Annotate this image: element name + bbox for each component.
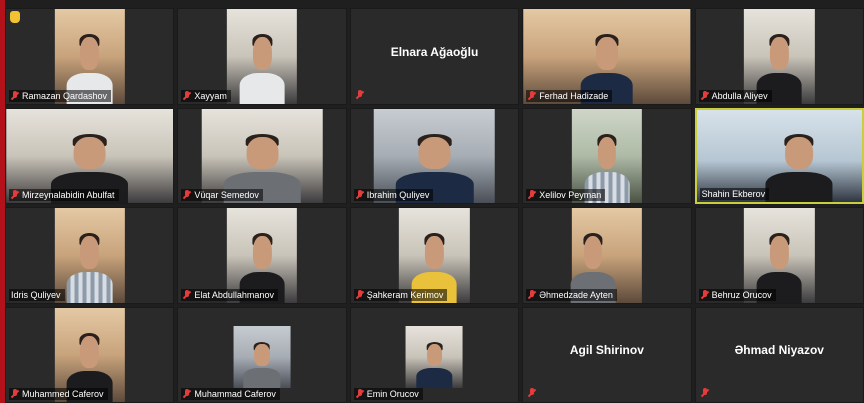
participant-name-label: Muhammed Caferov [9,388,108,400]
muted-mic-icon [356,190,364,200]
participant-figure [237,30,286,104]
participant-tile-emin-orucov[interactable]: Emin Orucov [349,306,520,403]
participant-name-label: Ramazan Qardashov [9,89,112,102]
participant-tile-ehmedzade-ayten[interactable]: Əhmedzade Ayten [522,207,692,304]
muted-mic-icon [183,389,191,399]
muted-mic-icon [528,388,536,398]
participant-name-label: Muhammad Caferov [181,388,280,400]
participant-name-label: Əhmedzade Ayten [526,288,617,301]
participant-tile-vuqar-semedov[interactable]: Vüqar Semedov [177,107,347,204]
participant-name-label: Ibrahim Quliyev [353,189,434,201]
muted-mic-icon [528,90,536,101]
participant-figure [763,130,836,202]
muted-mic-icon [11,90,19,101]
participant-name: Şahkeram Kerimov [366,289,444,300]
participant-video [406,325,463,388]
participant-tile-sahkeram-kerimov[interactable]: Şahkeram Kerimov [349,207,520,304]
participant-video [233,325,291,388]
participant-name: Muhammed Caferov [22,389,104,399]
participant-name: Vüqar Semedov [194,190,259,200]
participant-name-label: Şahkeram Kerimov [353,288,448,301]
participant-tile-elat-abdullahmanov[interactable]: Elat Abdullahmanov [177,207,347,304]
participant-name: Xayyam [194,90,227,101]
participant-name: Idris Quliyev [11,289,61,300]
muted-mic-icon [701,289,709,300]
muted-mic-icon [356,89,364,100]
muted-mic-icon [356,389,364,399]
muted-mic-icon [528,190,536,200]
participant-name-label: Xayyam [181,89,231,102]
participant-name-label: Behruz Orucov [698,288,776,301]
participant-tile-muhammed-caferov[interactable]: Muhammed Caferov [5,306,175,403]
participant-tile-elnara-agaoglu[interactable]: Elnara Ağaoğlu [349,8,520,105]
muted-mic-icon [356,289,364,300]
participant-name: Emin Orucov [366,389,419,399]
participant-tile-idris-quliyev[interactable]: Idris Quliyev [5,207,175,304]
participant-figure [242,339,282,388]
participant-tile-ibrahim-quliyev[interactable]: Ibrahim Quliyev [349,107,520,204]
participant-name-center: Elnara Ağaoğlu [390,44,479,59]
video-gallery: Ramazan Qardashov Xayyam Elnara Ağaoğlu … [5,8,864,403]
muted-mic-icon [528,289,536,300]
participant-tile-xayyam[interactable]: Xayyam [177,8,347,105]
muted-mic-icon [701,388,709,398]
participant-name: Əhmedzade Ayten [539,289,613,300]
participant-tile-abdulla-aliyev[interactable]: Abdulla Aliyev [694,8,864,105]
participant-tile-mirzeynalabidin-abulfat[interactable]: Mirzeynalabidin Abulfat [5,107,175,204]
participant-name-label: Elat Abdullahmanov [181,288,278,301]
participant-name-center: Agil Shirinov [569,343,644,358]
participant-name: Ramazan Qardashov [22,90,108,101]
muted-mic-icon [11,190,19,200]
muted-mic-icon [183,90,191,101]
participant-name: Xelilov Peyman [539,190,602,200]
muted-mic-icon [183,190,191,200]
participant-video [54,208,125,303]
participant-tile-agil-shirinov[interactable]: Agil Shirinov [522,306,692,403]
participant-tile-behruz-orucov[interactable]: Behruz Orucov [694,207,864,304]
participant-tile-xelilov-peyman[interactable]: Xelilov Peyman [522,107,692,204]
participant-name-label: Vüqar Semedov [181,189,263,201]
participant-tile-ferhad-hadizade[interactable]: Ferhad Hadizade [522,8,692,105]
participant-name: Behruz Orucov [711,289,772,300]
muted-mic-icon [183,289,191,300]
participant-name-label: Emin Orucov [353,388,423,400]
participant-figure [415,339,455,388]
participant-video [226,9,298,104]
muted-mic-icon [701,90,709,101]
participant-name: Mirzeynalabidin Abulfat [22,190,115,200]
participant-tile-muhammad-caferov[interactable]: Muhammad Caferov [177,306,347,403]
raised-hand-icon [10,11,20,23]
participant-name: Ferhad Hadizade [539,90,609,101]
muted-mic-icon [11,389,19,399]
participant-tile-ramazan-qardashov[interactable]: Ramazan Qardashov [5,8,175,105]
participant-name-label: Idris Quliyev [9,288,65,301]
participant-name-label: Mirzeynalabidin Abulfat [9,189,119,201]
participant-name-label: Shahin Ekberov [699,188,770,200]
participant-tile-ehmad-niyazov[interactable]: Əhmad Niyazov [694,306,864,403]
participant-name: Shahin Ekberov [701,189,766,199]
participant-name: Ibrahim Quliyev [366,190,430,200]
participant-name: Abdulla Aliyev [711,90,768,101]
participant-name-label: Ferhad Hadizade [526,89,613,102]
participant-name: Elat Abdullahmanov [194,289,274,300]
participant-name-label: Xelilov Peyman [526,189,606,201]
participant-name-center: Əhmad Niyazov [734,343,824,358]
participant-figure [65,229,114,303]
participant-name: Muhammad Caferov [194,389,276,399]
participant-tile-shahin-ekberov[interactable]: Shahin Ekberov [694,107,864,204]
participant-name-label: Abdulla Aliyev [698,89,772,102]
